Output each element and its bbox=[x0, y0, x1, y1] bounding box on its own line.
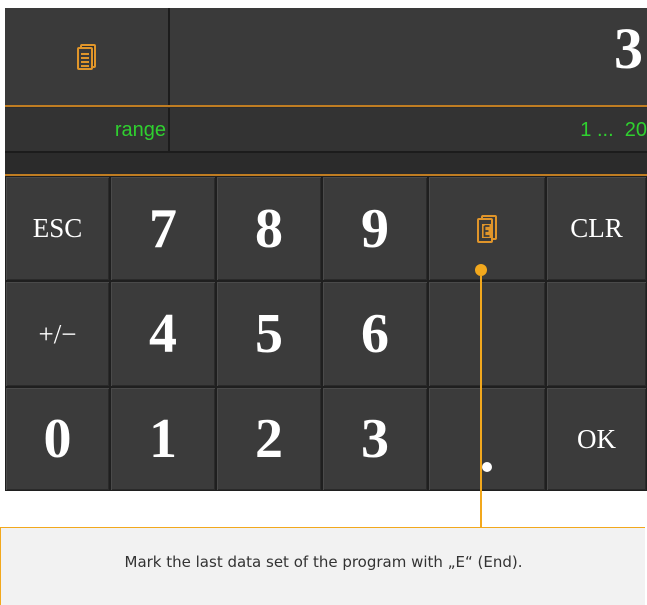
ok-button[interactable]: OK bbox=[546, 387, 647, 491]
esc-button[interactable]: ESC bbox=[5, 176, 110, 281]
key-8[interactable]: 8 bbox=[216, 176, 322, 281]
key-7[interactable]: 7 bbox=[110, 176, 216, 281]
value-display: 3 bbox=[170, 8, 647, 105]
key-2[interactable]: 2 bbox=[216, 387, 322, 491]
key-6[interactable]: 6 bbox=[322, 281, 428, 387]
numeric-input-panel: 3 range 1 ... 20 ESC 7 8 9 CLR +/− 4 5 6… bbox=[5, 8, 647, 491]
callout-leader-line bbox=[480, 276, 482, 527]
range-value: 1 ... 20 bbox=[580, 119, 647, 141]
key-9[interactable]: 9 bbox=[322, 176, 428, 281]
current-value: 3 bbox=[614, 16, 643, 81]
empty-key[interactable] bbox=[546, 281, 647, 387]
callout-marker bbox=[475, 264, 487, 276]
callout-text: Mark the last data set of the program wi… bbox=[124, 553, 523, 571]
header-icon-cell bbox=[5, 8, 170, 105]
empty-key[interactable] bbox=[428, 281, 546, 387]
spacer-row bbox=[5, 151, 647, 176]
range-row: range 1 ... 20 bbox=[5, 108, 647, 151]
key-1[interactable]: 1 bbox=[110, 387, 216, 491]
clr-button[interactable]: CLR bbox=[546, 176, 647, 281]
decimal-point-icon bbox=[482, 462, 492, 472]
key-0[interactable]: 0 bbox=[5, 387, 110, 491]
program-end-icon bbox=[477, 214, 497, 243]
end-marker-button[interactable] bbox=[428, 176, 546, 281]
key-4[interactable]: 4 bbox=[110, 281, 216, 387]
key-3[interactable]: 3 bbox=[322, 387, 428, 491]
decimal-point-button[interactable] bbox=[428, 387, 546, 491]
range-label-cell: range bbox=[5, 108, 170, 151]
program-document-icon bbox=[76, 43, 96, 70]
header-divider bbox=[5, 105, 647, 107]
callout-box: Mark the last data set of the program wi… bbox=[0, 527, 645, 605]
key-5[interactable]: 5 bbox=[216, 281, 322, 387]
range-label: range bbox=[114, 119, 166, 141]
sign-toggle-button[interactable]: +/− bbox=[5, 281, 110, 387]
